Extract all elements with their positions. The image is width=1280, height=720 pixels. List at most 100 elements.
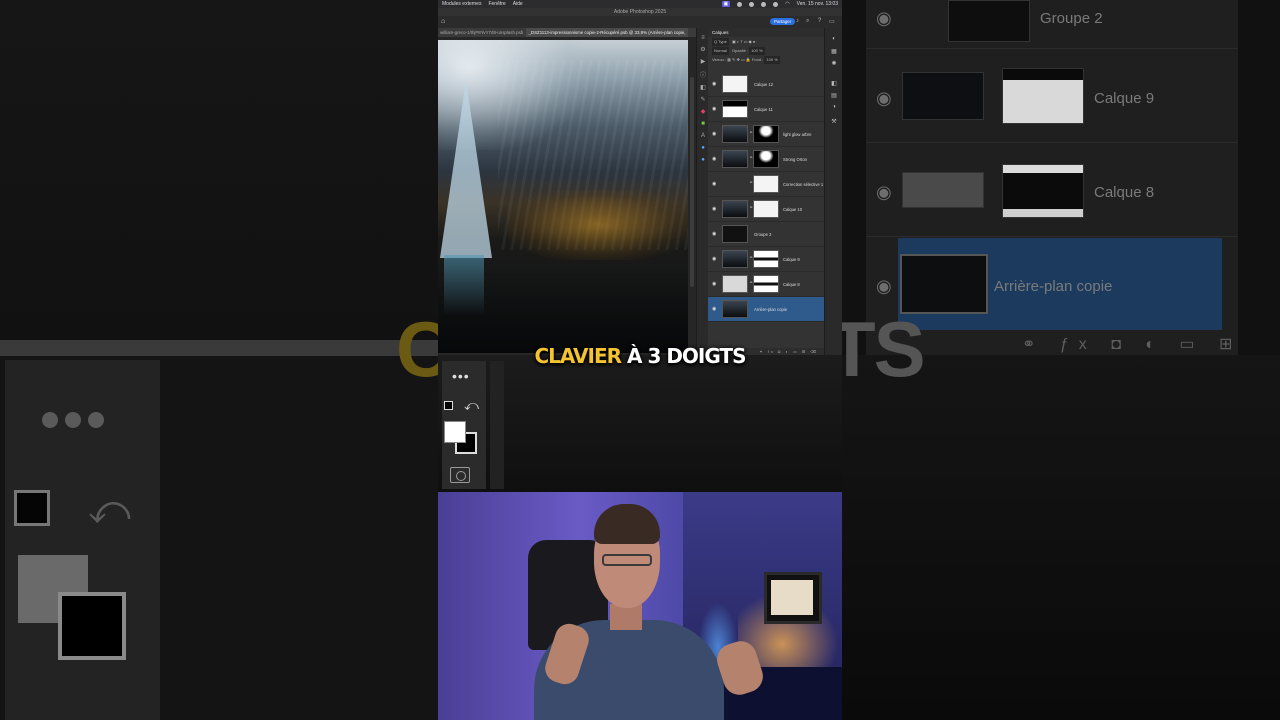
layer-row[interactable]: ◉ ⚭ Calque 9	[708, 247, 824, 272]
lock-icons[interactable]: ▦ ✎ ✥ ▭ 🔒	[727, 57, 751, 62]
visibility-eye-icon[interactable]: ◉	[712, 156, 716, 162]
paths-icon[interactable]: ◑	[829, 104, 839, 110]
layer-name: Calque 11	[754, 107, 773, 112]
swatches-icon[interactable]: ▦	[829, 48, 839, 55]
visibility-eye-icon[interactable]: ◉	[712, 206, 716, 212]
text-icon[interactable]: A	[699, 132, 707, 140]
swap-colors-icon[interactable]: ⤺	[464, 397, 479, 414]
foreground-color-swatch[interactable]	[444, 421, 466, 443]
layer-row[interactable]: ◉ Arrière-plan copie	[708, 297, 824, 322]
color-icon[interactable]: ✺	[829, 60, 839, 67]
layer-mask-thumbnail[interactable]	[753, 250, 779, 268]
visibility-eye-icon[interactable]: ◉	[712, 181, 716, 187]
workspace-icon[interactable]: ▭	[829, 18, 835, 25]
document-tab[interactable]: william-greco-1/thjP8YvY7d8-unsplash.psb	[438, 28, 525, 37]
libraries-icon[interactable]: ◐	[829, 36, 839, 42]
blend-mode-select[interactable]: Normal	[712, 47, 729, 55]
more-tools-button[interactable]: •••	[452, 368, 470, 384]
layer-thumbnail[interactable]	[722, 125, 748, 143]
history-icon[interactable]: ≡	[699, 34, 707, 42]
opacity-label: Opacité :	[732, 48, 749, 53]
layer-name: Calque 8	[783, 282, 800, 287]
brush-icon[interactable]: ✎	[699, 96, 707, 104]
layer-filter-select[interactable]: Q Type	[712, 38, 729, 46]
visibility-eye-icon[interactable]: ◉	[712, 256, 716, 262]
plugin-icon[interactable]: ●	[699, 144, 707, 152]
visibility-eye-icon[interactable]: ◉	[712, 106, 716, 112]
layer-row[interactable]: ◉ Groupe 2	[708, 222, 824, 247]
menubar-clock: Ven. 15 nov. 13:03	[796, 1, 838, 7]
layer-thumbnail[interactable]	[722, 300, 748, 318]
layer-mask-thumbnail[interactable]	[753, 125, 779, 143]
info-icon[interactable]: ⓘ	[699, 72, 707, 80]
backdrop-row-divider	[866, 142, 1238, 143]
app-title: Adobe Photoshop 2025	[438, 8, 842, 16]
wifi-icon[interactable]: ◠	[785, 1, 789, 7]
visibility-eye-icon[interactable]: ◉	[712, 131, 716, 137]
menu-item-help[interactable]: Aide	[513, 1, 523, 7]
options-bar: ⌂ Partager ♪ ⌕ ? ▭	[438, 16, 842, 28]
layer-thumbnail[interactable]	[722, 100, 748, 118]
canvas-image[interactable]	[438, 40, 688, 353]
visibility-eye-icon[interactable]: ◉	[712, 81, 716, 87]
menu-item-plugins[interactable]: Modules externes	[442, 1, 481, 7]
status-app-icon[interactable]: ▣	[721, 1, 731, 7]
visibility-eye-icon[interactable]: ◉	[712, 231, 716, 237]
default-colors-icon[interactable]	[444, 401, 453, 410]
plugin-icon[interactable]: ●	[699, 156, 707, 164]
blend-row: Normal Opacité : 100 %	[708, 47, 824, 55]
filter-icons[interactable]: ▣ ◐ T ▭ ◆ ●	[732, 39, 755, 44]
status-icon[interactable]	[749, 1, 755, 7]
blurred-backdrop-right: ◉ ◉ ◉ ◉ Groupe 2 Calque 9 Calque 8 Arriè…	[842, 0, 1280, 720]
channels-icon[interactable]: ▤	[829, 92, 839, 99]
toolbox-edge	[490, 361, 504, 489]
status-icon[interactable]	[737, 1, 743, 7]
layer-row[interactable]: ◉ Calque 11	[708, 97, 824, 122]
play-icon[interactable]: ▶	[699, 58, 707, 66]
layer-thumbnail[interactable]	[722, 275, 748, 293]
layer-mask-thumbnail[interactable]	[753, 175, 779, 193]
layer-mask-thumbnail[interactable]	[753, 275, 779, 293]
backdrop-thumb	[1002, 164, 1084, 218]
home-icon[interactable]: ⌂	[441, 18, 445, 25]
layer-row[interactable]: ◉ Calque 12	[708, 72, 824, 97]
layer-thumbnail[interactable]	[722, 200, 748, 218]
properties-icon[interactable]: ⚙	[699, 46, 707, 54]
layer-row[interactable]: ◉ ⚭ Calque 10	[708, 197, 824, 222]
help-icon[interactable]: ?	[818, 18, 821, 24]
quick-mask-icon[interactable]	[450, 467, 470, 483]
layer-row[interactable]: ◉ ⚭ Correction sélective 1	[708, 172, 824, 197]
layer-row[interactable]: ◉ ⚭ Calque 8	[708, 272, 824, 297]
search-icon[interactable]: ⌕	[806, 18, 809, 25]
visibility-eye-icon[interactable]: ◉	[712, 281, 716, 287]
bell-icon[interactable]: ♪	[796, 18, 799, 24]
status-icon[interactable]	[773, 1, 779, 7]
layer-mask-thumbnail[interactable]	[753, 150, 779, 168]
plugin-icon[interactable]: ■	[699, 120, 707, 128]
adjustments-icon[interactable]: ◧	[829, 80, 839, 87]
layer-mask-thumbnail[interactable]	[753, 200, 779, 218]
layer-row[interactable]: ◉ ⚭ Strong Orton	[708, 147, 824, 172]
share-button[interactable]: Partager	[770, 18, 796, 25]
layers-panel-title[interactable]: Calques	[708, 28, 824, 37]
layer-thumbnail[interactable]	[722, 75, 748, 93]
status-icon[interactable]	[761, 1, 767, 7]
canvas-area[interactable]	[438, 37, 696, 355]
fill-input[interactable]: 100 %	[764, 56, 780, 64]
tools-icon[interactable]: ⚒	[829, 118, 839, 125]
visibility-eye-icon[interactable]: ◉	[712, 306, 716, 312]
layer-thumbnail[interactable]	[722, 250, 748, 268]
layer-name: light glow arbre	[783, 132, 812, 137]
adjust-icon[interactable]: ◧	[699, 84, 707, 92]
layer-row[interactable]: ◉ ⚭ light glow arbre	[708, 122, 824, 147]
opacity-input[interactable]: 100 %	[749, 47, 765, 55]
backdrop-toolbox-blur	[5, 360, 160, 720]
menu-item-window[interactable]: Fenêtre	[488, 1, 505, 7]
document-tab-active[interactable]: _DSZ1113-impressionnisme copie-2-Récupér…	[526, 28, 688, 37]
plugin-icon[interactable]: ◆	[699, 108, 707, 116]
layers-filter-row: Q Type ▣ ◐ T ▭ ◆ ●	[708, 38, 824, 46]
layer-thumbnail[interactable]	[722, 225, 748, 243]
layer-thumbnail[interactable]	[722, 150, 748, 168]
macos-menubar: Modules externes Fenêtre Aide ▣ ◠ Ven. 1…	[438, 0, 842, 8]
canvas-scrollbar[interactable]	[690, 77, 694, 287]
